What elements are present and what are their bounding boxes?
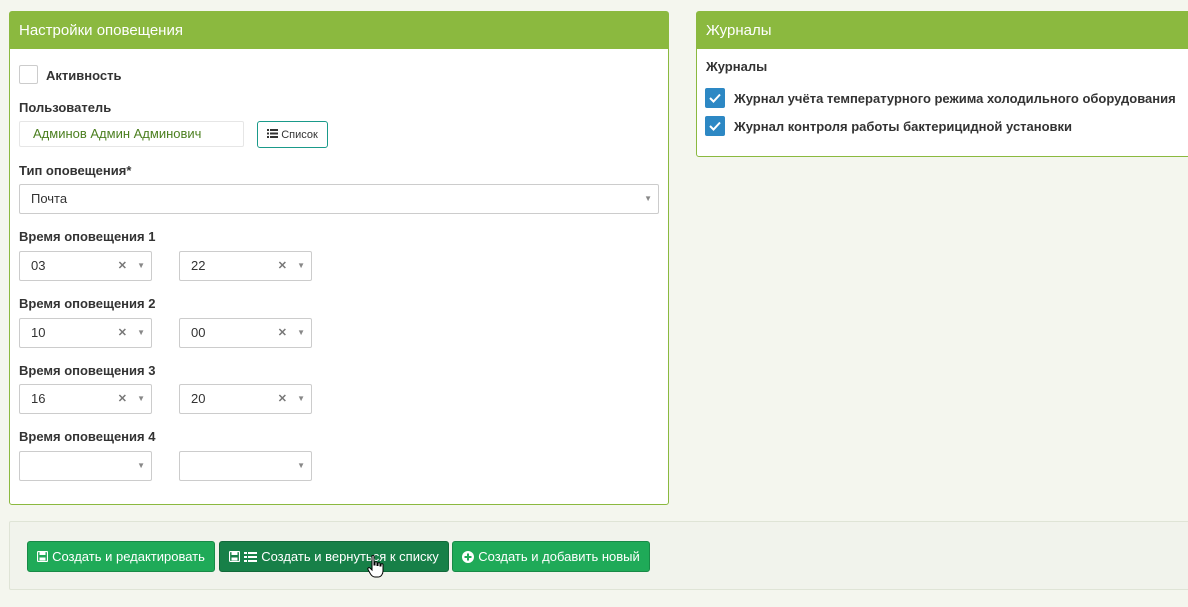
list-button-label: Список <box>281 128 318 141</box>
journal-checkbox-2[interactable] <box>705 116 725 136</box>
save-icon <box>229 551 241 562</box>
create-and-add-new-button[interactable]: Создать и добавить новый <box>452 541 650 572</box>
list-button[interactable]: Список <box>257 121 328 148</box>
type-label: Тип оповещения* <box>19 163 132 178</box>
chevron-down-icon: ▼ <box>137 261 145 270</box>
time-label-1: Время оповещения 1 <box>19 229 156 244</box>
list-icon <box>244 551 258 562</box>
hand-cursor-icon <box>367 555 384 578</box>
time-label-4: Время оповещения 4 <box>19 429 156 444</box>
time-4-minute-select[interactable]: ▼ <box>179 451 312 481</box>
time-2-minute-value: 00 <box>191 325 206 340</box>
check-icon <box>709 93 721 103</box>
chevron-down-icon: ▼ <box>137 461 145 470</box>
time-1-hour-select[interactable]: 03 ✕ ▼ <box>19 251 152 281</box>
journals-panel: Журналы <box>696 11 1188 157</box>
journal-label-1: Журнал учёта температурного режима холод… <box>734 91 1176 106</box>
create-and-edit-button[interactable]: Создать и редактировать <box>27 541 215 572</box>
plus-circle-icon <box>462 550 475 563</box>
panel-title: Настройки оповещения <box>10 12 668 49</box>
time-3-hour-value: 16 <box>31 391 46 406</box>
time-1-minute-select[interactable]: 22 ✕ ▼ <box>179 251 312 281</box>
create-and-return-button[interactable]: Создать и вернуться к списку <box>219 541 449 572</box>
chevron-down-icon: ▼ <box>297 394 305 403</box>
journal-checkbox-1[interactable] <box>705 88 725 108</box>
activity-checkbox[interactable] <box>19 65 38 84</box>
type-select[interactable]: Почта ▼ <box>19 184 659 214</box>
chevron-down-icon: ▼ <box>644 194 652 203</box>
clear-icon[interactable]: ✕ <box>278 252 287 280</box>
time-2-hour-select[interactable]: 10 ✕ ▼ <box>19 318 152 348</box>
type-select-value: Почта <box>31 191 68 206</box>
panel-title: Журналы <box>697 12 1188 49</box>
time-1-minute-value: 22 <box>191 258 206 273</box>
chevron-down-icon: ▼ <box>137 394 145 403</box>
clear-icon[interactable]: ✕ <box>118 385 127 413</box>
clear-icon[interactable]: ✕ <box>118 252 127 280</box>
chevron-down-icon: ▼ <box>137 328 145 337</box>
create-and-add-new-label: Создать и добавить новый <box>478 549 640 564</box>
chevron-down-icon: ▼ <box>297 261 305 270</box>
check-icon <box>709 121 721 131</box>
time-label-3: Время оповещения 3 <box>19 363 156 378</box>
create-and-return-label: Создать и вернуться к списку <box>261 549 439 564</box>
chevron-down-icon: ▼ <box>297 461 305 470</box>
create-and-edit-label: Создать и редактировать <box>52 549 205 564</box>
time-3-minute-select[interactable]: 20 ✕ ▼ <box>179 384 312 414</box>
clear-icon[interactable]: ✕ <box>278 385 287 413</box>
time-1-hour-value: 03 <box>31 258 46 273</box>
activity-label: Активность <box>46 68 122 83</box>
clear-icon[interactable]: ✕ <box>278 319 287 347</box>
journals-subtitle: Журналы <box>706 59 768 74</box>
time-4-hour-select[interactable]: ▼ <box>19 451 152 481</box>
chevron-down-icon: ▼ <box>297 328 305 337</box>
time-3-hour-select[interactable]: 16 ✕ ▼ <box>19 384 152 414</box>
user-field[interactable]: Админов Админ Админович <box>19 121 244 147</box>
time-2-minute-select[interactable]: 00 ✕ ▼ <box>179 318 312 348</box>
time-label-2: Время оповещения 2 <box>19 296 156 311</box>
clear-icon[interactable]: ✕ <box>118 319 127 347</box>
time-3-minute-value: 20 <box>191 391 206 406</box>
list-icon <box>267 128 279 141</box>
time-2-hour-value: 10 <box>31 325 46 340</box>
save-icon <box>37 551 49 562</box>
journal-label-2: Журнал контроля работы бактерицидной уст… <box>734 119 1073 134</box>
user-label: Пользователь <box>19 100 112 115</box>
